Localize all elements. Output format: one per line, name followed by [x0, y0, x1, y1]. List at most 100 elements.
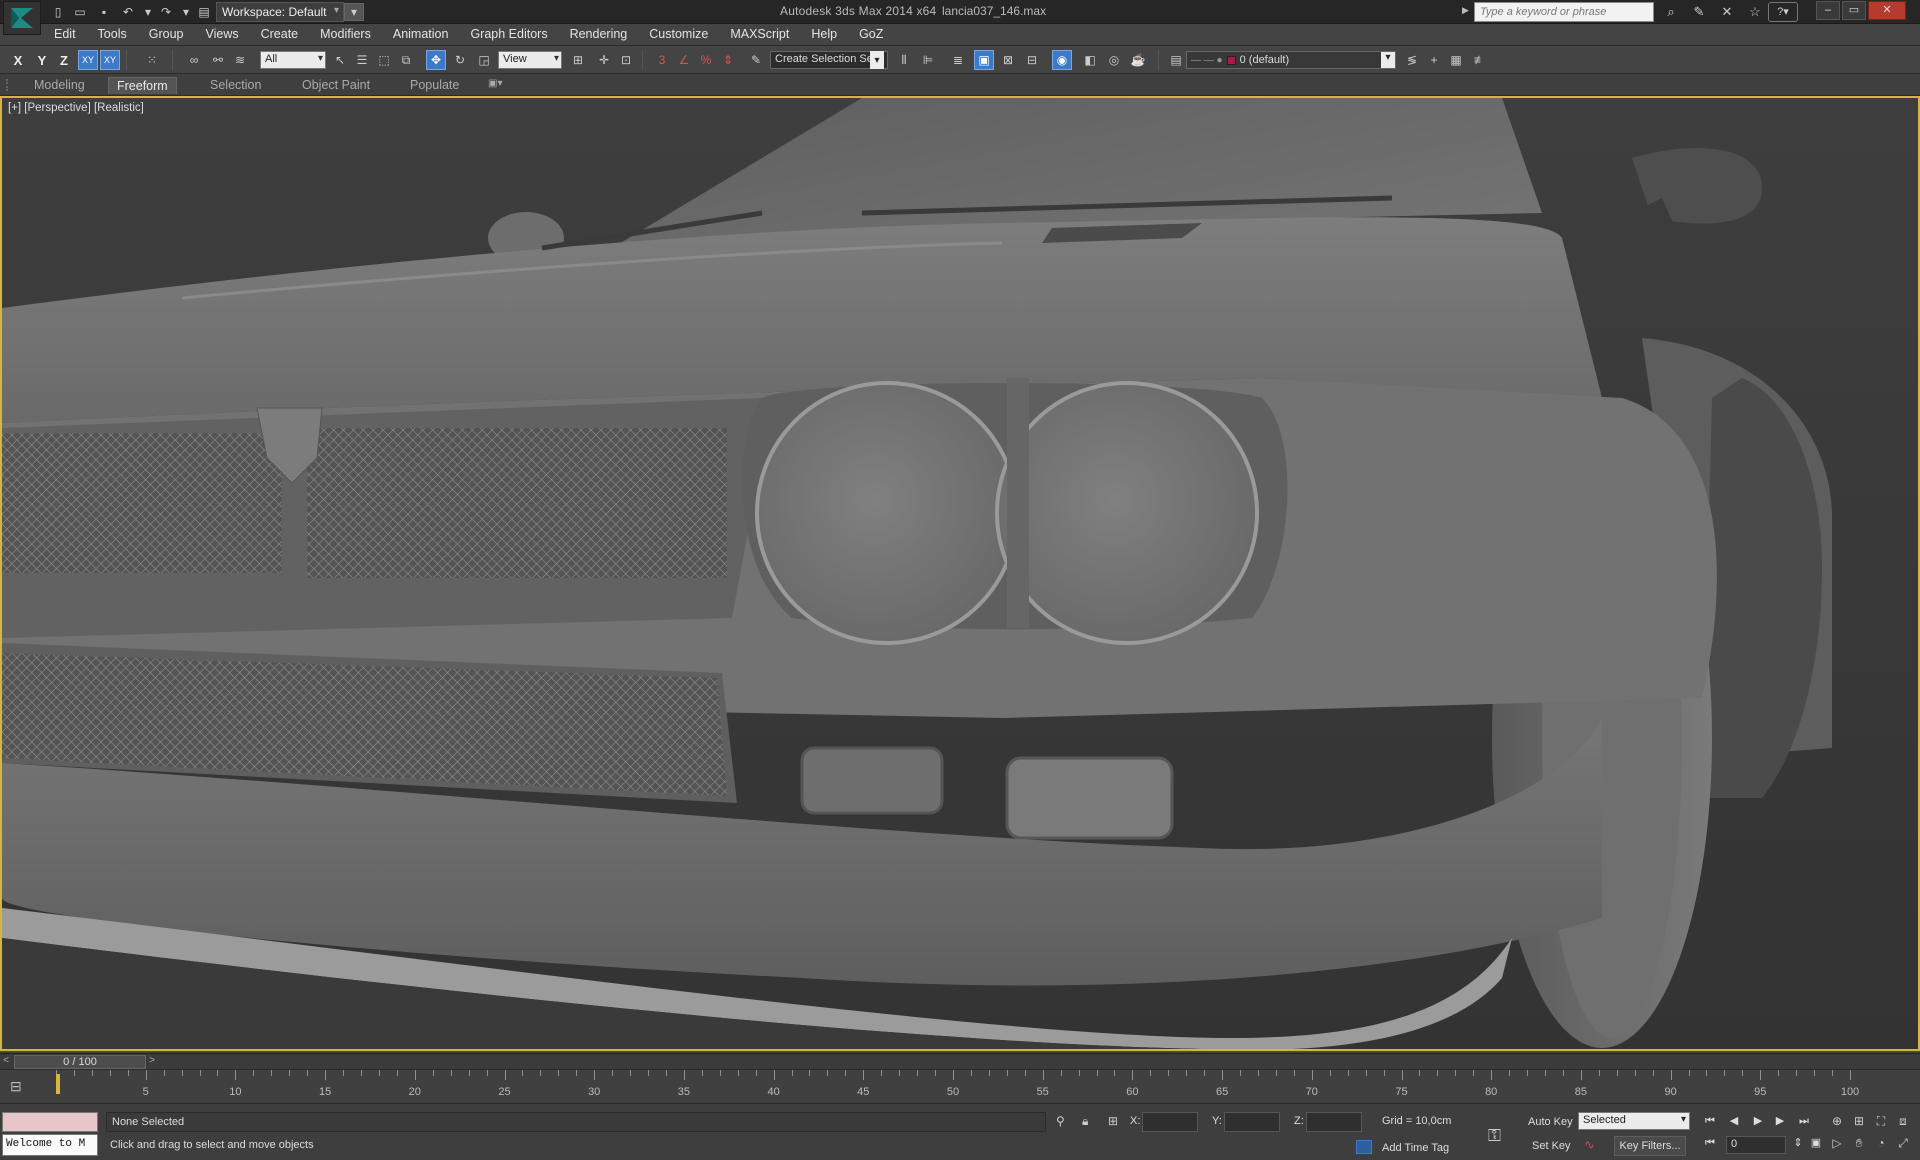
tab-freeform[interactable]: Freeform [108, 77, 177, 94]
spinner-snap-icon[interactable]: ⇕ [718, 50, 738, 70]
current-frame-marker[interactable] [56, 1074, 60, 1094]
app-logo-icon[interactable] [3, 1, 41, 35]
axis-z-button[interactable]: Z [54, 50, 74, 70]
field-of-view-icon[interactable]: ▷ [1828, 1134, 1846, 1152]
select-manipulate-icon[interactable]: ✛ [594, 50, 614, 70]
set-key-button[interactable]: Set Key [1532, 1140, 1571, 1152]
pan-view-icon[interactable]: ✋︎ [1850, 1134, 1868, 1152]
time-slider-next-button[interactable]: > [146, 1055, 158, 1069]
align-icon[interactable]: ⊫ [918, 50, 938, 70]
maxscript-listener-output[interactable] [2, 1112, 98, 1132]
add-time-tag-button[interactable]: Add Time Tag [1382, 1142, 1449, 1154]
maximize-viewport-icon[interactable]: ⤢ [1894, 1134, 1912, 1152]
curve-editor-icon[interactable]: ⊠ [998, 50, 1018, 70]
tab-selection[interactable]: Selection [202, 77, 269, 94]
open-file-icon[interactable]: ▭ [70, 3, 90, 21]
graphite-ribbon-toggle-icon[interactable]: ▣ [974, 50, 994, 70]
workspace-arrow-icon[interactable]: ▾ [344, 3, 364, 21]
zoom-icon[interactable]: ⊕ [1828, 1112, 1846, 1130]
ribbon-grip-icon[interactable] [6, 79, 10, 91]
set-current-layer-icon[interactable]: ≢ [1470, 50, 1490, 70]
play-icon[interactable]: ▶ [1748, 1112, 1768, 1130]
maximize-button[interactable]: ▭ [1842, 1, 1866, 20]
star-icon[interactable]: ☆ [1744, 2, 1766, 22]
select-in-layer-icon[interactable]: ▦ [1446, 50, 1466, 70]
time-slider-thumb[interactable]: 0 / 100 [14, 1055, 146, 1069]
perspective-viewport[interactable]: [+] [Perspective] [Realistic] [0, 96, 1920, 1051]
select-object-icon[interactable]: ↖ [330, 50, 350, 70]
window-crossing-icon[interactable]: ⧉ [396, 50, 416, 70]
key-mode-dropdown[interactable]: Selected [1578, 1112, 1690, 1130]
tools-icon[interactable]: ✎ [1688, 2, 1710, 22]
workspace-dropdown[interactable]: Workspace: Default [216, 2, 344, 22]
time-slider-prev-button[interactable]: < [0, 1055, 12, 1069]
undo-icon[interactable]: ↶ [118, 3, 138, 21]
bind-space-warp-icon[interactable]: ≋ [230, 50, 250, 70]
menu-group[interactable]: Group [149, 27, 195, 41]
menu-tools[interactable]: Tools [98, 27, 138, 41]
schematic-view-icon[interactable]: ⊟ [1022, 50, 1042, 70]
tab-object-paint[interactable]: Object Paint [294, 77, 378, 94]
set-keys-key-icon[interactable]: ⚿ [1488, 1126, 1501, 1146]
mirror-icon[interactable]: ⫴ [894, 50, 914, 70]
select-rotate-icon[interactable]: ↻ [450, 50, 470, 70]
axis-xy-button[interactable]: XY [78, 50, 98, 70]
mini-curve-editor-icon[interactable]: ⊟ [10, 1078, 22, 1095]
percent-snap-icon[interactable]: % [696, 50, 716, 70]
edit-named-selection-icon[interactable]: ✎ [746, 50, 766, 70]
trackbar[interactable]: ⊟ 5 10 15 20 25 30 35 40 45 50 55 60 65 70 75 80 85 90 95 1… [0, 1069, 1920, 1103]
next-frame-icon[interactable]: ▶︎ [1770, 1112, 1790, 1130]
render-production-icon[interactable]: ☕ [1128, 50, 1148, 70]
search-input[interactable]: Type a keyword or phrase [1474, 2, 1654, 22]
material-editor-icon[interactable]: ◉ [1052, 50, 1072, 70]
create-layer-icon[interactable]: ≶ [1402, 50, 1422, 70]
axis-y-button[interactable]: Y [32, 50, 52, 70]
minimize-button[interactable]: – [1816, 1, 1840, 20]
snaps-toggle-icon[interactable]: 3 [652, 50, 672, 70]
axis-x-button[interactable]: X [8, 50, 28, 70]
menu-rendering[interactable]: Rendering [570, 27, 639, 41]
pivot-center-icon[interactable]: ⊞ [568, 50, 588, 70]
project-folder-icon[interactable]: ▤ [194, 3, 214, 21]
select-by-name-icon[interactable]: ☰ [352, 50, 372, 70]
keyboard-shortcut-override-icon[interactable]: ⊡ [616, 50, 636, 70]
save-file-icon[interactable]: ▪ [94, 3, 114, 21]
menu-views[interactable]: Views [205, 27, 249, 41]
selection-lock-icon[interactable]: 🔒︎ [1082, 1114, 1088, 1129]
zoom-extents-icon[interactable]: ⛶ [1872, 1112, 1890, 1130]
rendered-frame-window-icon[interactable]: ◎ [1104, 50, 1124, 70]
previous-frame-icon[interactable]: ◀︎ [1724, 1112, 1744, 1130]
zoom-all-icon[interactable]: ⊞ [1850, 1112, 1868, 1130]
frame-spinner-icon[interactable]: ⇕ [1788, 1134, 1808, 1152]
menu-maxscript[interactable]: MAXScript [730, 27, 800, 41]
undo-dropdown-icon[interactable]: ▾ [138, 3, 158, 21]
orbit-icon[interactable]: ◔ [1872, 1134, 1890, 1152]
layer-manager-icon[interactable]: ≣ [948, 50, 968, 70]
link-icon[interactable]: ∞ [184, 50, 204, 70]
binoculars-icon[interactable]: ⌕ [1660, 2, 1682, 22]
absolute-mode-icon[interactable]: ⊞ [1108, 1114, 1118, 1128]
tab-populate[interactable]: Populate [402, 77, 467, 94]
viewport-label[interactable]: [+] [Perspective] [Realistic] [8, 102, 144, 114]
menu-graph-editors[interactable]: Graph Editors [470, 27, 558, 41]
redo-dropdown-icon[interactable]: ▾ [176, 3, 196, 21]
time-configuration-icon[interactable]: ▣ [1806, 1134, 1826, 1152]
key-mode-toggle-icon[interactable]: ⏮ [1700, 1134, 1720, 1152]
help-button[interactable]: ?▾ [1768, 2, 1798, 22]
current-frame-field[interactable]: 0 [1726, 1136, 1786, 1154]
key-filters-button[interactable]: Key Filters... [1614, 1136, 1686, 1156]
y-coord-field[interactable] [1224, 1112, 1280, 1132]
add-to-layer-icon[interactable]: + [1424, 50, 1444, 70]
redo-icon[interactable]: ↷ [156, 3, 176, 21]
rectangular-selection-icon[interactable]: ⬚ [374, 50, 394, 70]
menu-goz[interactable]: GoZ [859, 27, 894, 41]
maxscript-listener-input[interactable]: Welcome to M [2, 1134, 98, 1156]
named-selection-arrow-icon[interactable]: ▾ [870, 51, 884, 69]
snap-drag-icon[interactable]: ⁙ [142, 50, 162, 70]
ribbon-options-icon[interactable]: ▣▾ [480, 77, 510, 94]
menu-help[interactable]: Help [811, 27, 848, 41]
menu-animation[interactable]: Animation [393, 27, 460, 41]
axis-xy-cycle-button[interactable]: XY [100, 50, 120, 70]
z-coord-field[interactable] [1306, 1112, 1362, 1132]
go-to-start-icon[interactable]: ⏮ [1700, 1112, 1720, 1130]
